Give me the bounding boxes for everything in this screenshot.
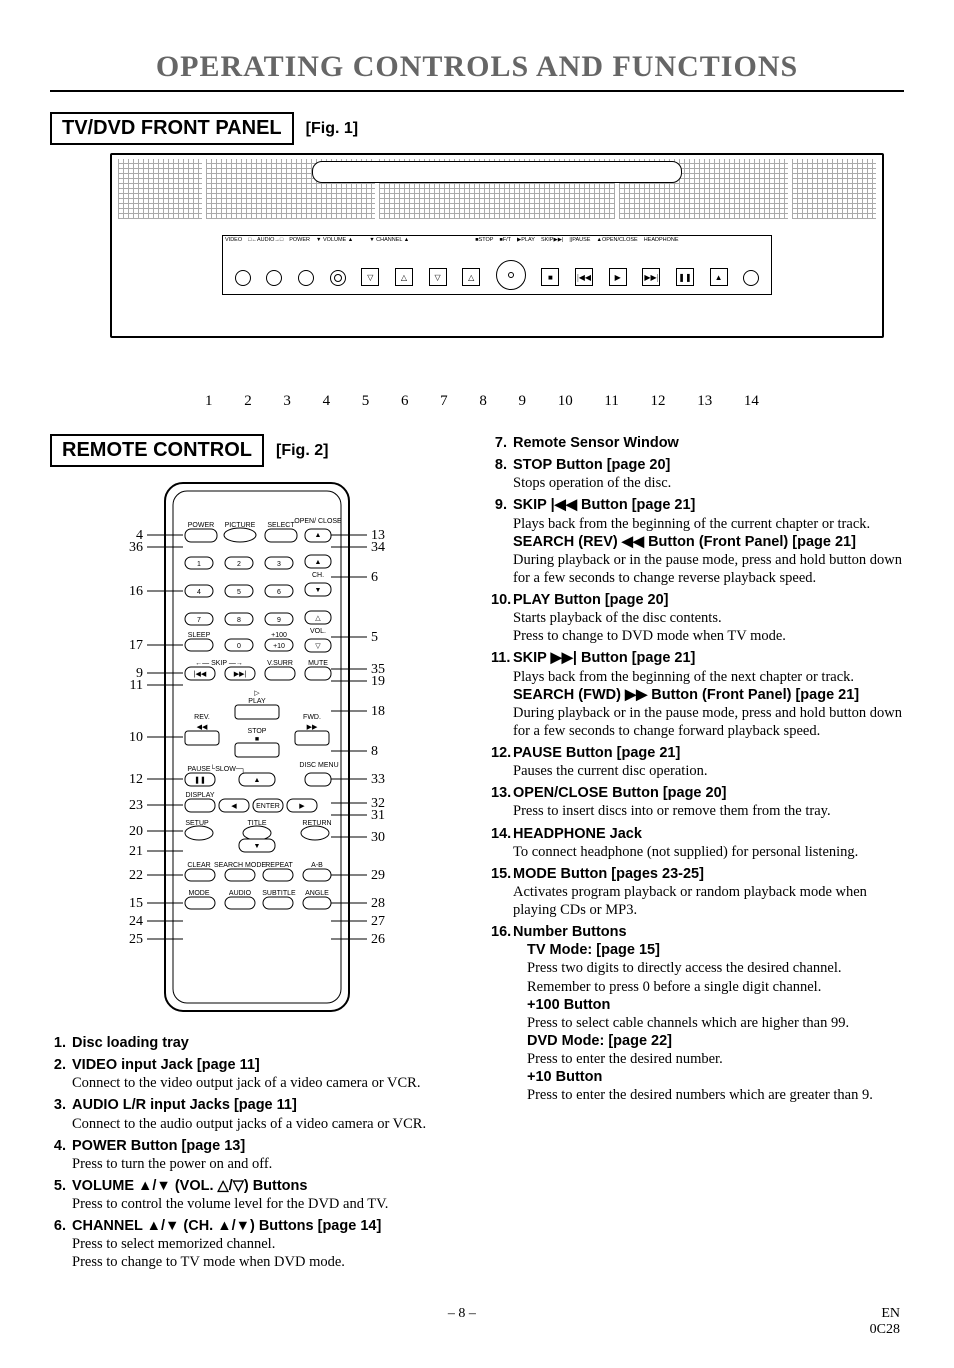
svg-text:11: 11 (129, 678, 142, 693)
page-footer: – 8 – EN 0C28 (50, 1306, 904, 1338)
svg-text:△: △ (315, 615, 321, 622)
svg-text:SELECT: SELECT (267, 522, 295, 529)
svg-text:❚❚: ❚❚ (194, 776, 206, 784)
svg-text:ENTER: ENTER (256, 803, 280, 810)
svg-text:0: 0 (237, 643, 241, 650)
svg-text:5: 5 (237, 589, 241, 596)
svg-text:▲: ▲ (253, 777, 260, 784)
svg-text:29: 29 (371, 868, 385, 883)
svg-text:◀: ◀ (231, 803, 237, 810)
svg-text:MODE: MODE (188, 890, 209, 897)
svg-text:16: 16 (129, 584, 143, 599)
svg-text:CH.: CH. (311, 572, 323, 579)
svg-text:8: 8 (237, 617, 241, 624)
svg-text:2: 2 (237, 561, 241, 568)
svg-text:MUTE: MUTE (308, 660, 328, 667)
svg-text:26: 26 (371, 932, 385, 947)
svg-text:9: 9 (277, 617, 281, 624)
svg-text:└SLOW─┐: └SLOW─┐ (210, 764, 246, 773)
svg-text:←— SKIP —→: ←— SKIP —→ (195, 660, 243, 667)
svg-text:DISPLAY: DISPLAY (185, 792, 214, 799)
svg-text:12: 12 (129, 772, 143, 787)
svg-text:REPEAT: REPEAT (265, 862, 293, 869)
svg-text:SUBTITLE: SUBTITLE (262, 890, 296, 897)
svg-text:+100: +100 (271, 632, 287, 639)
svg-text:34: 34 (371, 540, 385, 555)
page-title: OPERATING CONTROLS AND FUNCTIONS (50, 50, 904, 92)
svg-text:REV.: REV. (194, 714, 210, 721)
svg-text:31: 31 (371, 808, 385, 823)
svg-text:8: 8 (371, 744, 378, 759)
svg-text:19: 19 (371, 674, 385, 689)
svg-text:22: 22 (129, 868, 143, 883)
svg-text:3: 3 (277, 561, 281, 568)
svg-text:10: 10 (129, 730, 143, 745)
remote-heading: REMOTE CONTROL (50, 434, 264, 467)
svg-text:POWER: POWER (187, 522, 213, 529)
svg-text:+10: +10 (273, 643, 285, 650)
remote-fig-label: [Fig. 2] (276, 442, 328, 460)
svg-text:15: 15 (129, 896, 143, 911)
svg-text:20: 20 (129, 824, 143, 839)
svg-text:21: 21 (129, 844, 143, 859)
remote-diagram: POWER PICTURE SELECT ▲OPEN/ CLOSE 1 2 3 … (50, 477, 463, 1022)
front-panel-diagram: VIDEO □←AUDIO→□ POWER ▼ VOLUME ▲ ▼ CHANN… (110, 153, 884, 338)
svg-text:33: 33 (371, 772, 385, 787)
svg-text:▶: ▶ (299, 803, 305, 810)
svg-text:36: 36 (129, 540, 143, 555)
svg-text:PLAY: PLAY (248, 698, 266, 705)
svg-text:4: 4 (197, 589, 201, 596)
svg-text:A-B: A-B (311, 862, 323, 869)
svg-text:ANGLE: ANGLE (305, 890, 329, 897)
svg-text:SEARCH MODE: SEARCH MODE (213, 862, 265, 869)
svg-text:27: 27 (371, 914, 385, 929)
svg-text:◀◀: ◀◀ (196, 724, 207, 731)
svg-text:▷: ▷ (254, 690, 260, 697)
svg-text:▶▶|: ▶▶| (233, 671, 246, 678)
svg-text:FWD.: FWD. (303, 714, 321, 721)
page-number: – 8 – (448, 1306, 476, 1338)
right-descriptions: 7.Remote Sensor Window8.STOP Button [pag… (491, 434, 904, 1104)
svg-text:OPEN/ CLOSE: OPEN/ CLOSE (294, 518, 342, 525)
remote-header: REMOTE CONTROL [Fig. 2] (50, 434, 463, 467)
svg-text:STOP: STOP (247, 728, 266, 735)
front-panel-callouts: 1234567891011121314 (180, 393, 784, 410)
front-panel-header: TV/DVD FRONT PANEL [Fig. 1] (50, 112, 904, 145)
svg-text:25: 25 (129, 932, 143, 947)
svg-text:▼: ▼ (314, 587, 321, 594)
svg-text:30: 30 (371, 830, 385, 845)
svg-text:23: 23 (129, 798, 143, 813)
svg-text:▲: ▲ (314, 532, 321, 539)
svg-text:VOL.: VOL. (310, 628, 326, 635)
svg-text:▼: ▼ (253, 843, 260, 850)
disc-tray-graphic (312, 161, 682, 183)
svg-text:V.SURR: V.SURR (267, 660, 293, 667)
svg-text:▶▶: ▶▶ (306, 724, 317, 731)
svg-text:24: 24 (129, 914, 143, 929)
svg-text:PAUSE: PAUSE (187, 766, 211, 773)
svg-text:SLEEP: SLEEP (187, 632, 210, 639)
svg-text:6: 6 (277, 589, 281, 596)
svg-text:AUDIO: AUDIO (228, 890, 251, 897)
left-descriptions: 1.Disc loading tray2.VIDEO input Jack [p… (50, 1034, 463, 1272)
svg-text:7: 7 (197, 617, 201, 624)
svg-text:PICTURE: PICTURE (224, 522, 255, 529)
svg-text:1: 1 (197, 561, 201, 568)
front-panel-fig-label: [Fig. 1] (306, 120, 358, 138)
svg-text:■: ■ (254, 736, 258, 743)
svg-text:|◀◀: |◀◀ (193, 671, 206, 678)
svg-text:▽: ▽ (315, 643, 321, 650)
svg-text:18: 18 (371, 704, 385, 719)
front-panel-heading: TV/DVD FRONT PANEL (50, 112, 294, 145)
svg-text:DISC MENU: DISC MENU (299, 762, 338, 769)
svg-text:CLEAR: CLEAR (187, 862, 210, 869)
svg-text:28: 28 (371, 896, 385, 911)
svg-text:6: 6 (371, 570, 378, 585)
svg-text:5: 5 (371, 630, 378, 645)
svg-text:▲: ▲ (314, 559, 321, 566)
svg-text:17: 17 (129, 638, 143, 653)
